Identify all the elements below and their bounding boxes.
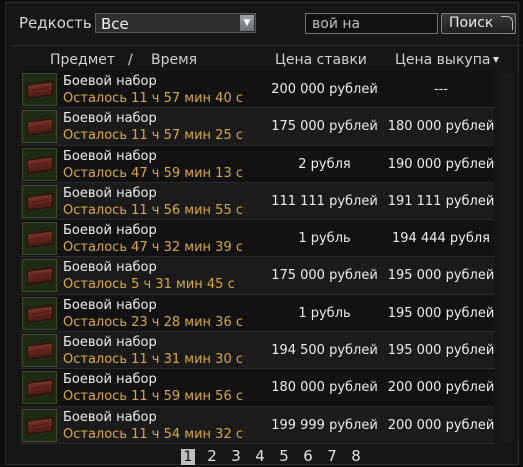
- column-header-bid[interactable]: Цена ставки: [275, 52, 367, 68]
- table-row[interactable]: Боевой набор Осталось 11 ч 59 мин 56 с 180…: [20, 369, 495, 407]
- buyout-price: 200 000 рублей: [387, 380, 495, 396]
- search-input[interactable]: [305, 13, 438, 34]
- table-row[interactable]: Боевой набор Осталось 47 ч 32 мин 39 с 1 р…: [20, 220, 494, 258]
- item-name: Боевой набор: [63, 372, 157, 388]
- crate-icon: [22, 259, 57, 293]
- page-3-link[interactable]: 3: [224, 447, 248, 465]
- page-1-link[interactable]: 1: [176, 447, 200, 465]
- column-header-separator: /: [128, 52, 133, 68]
- time-left: Осталось 11 ч 57 мин 25 с: [63, 128, 243, 144]
- time-left: Осталось 11 ч 56 мин 55 с: [63, 202, 243, 218]
- table-row[interactable]: Боевой набор Осталось 47 ч 59 мин 13 с 2 р…: [20, 145, 495, 183]
- table-row[interactable]: Боевой набор Осталось 11 ч 54 мин 32 с 199…: [20, 406, 495, 444]
- page-4-link[interactable]: 4: [248, 447, 272, 465]
- page-7-link[interactable]: 7: [320, 447, 344, 465]
- time-left: Осталось 5 ч 31 мин 45 с: [63, 277, 235, 293]
- auction-panel: Редкость Все ▼ Поиск Предмет / Время Цен…: [5, 2, 521, 465]
- item-name: Боевой набор: [63, 335, 157, 351]
- page-6-link[interactable]: 6: [296, 447, 320, 465]
- search-button-label: Поиск: [449, 15, 494, 31]
- button-corner-decoration: [501, 16, 513, 30]
- crate-icon: [22, 408, 57, 442]
- header-divider: [13, 45, 521, 46]
- buyout-price: 195 000 рублей: [387, 305, 495, 321]
- bid-price: 1 рубль: [298, 231, 351, 247]
- buyout-price: ---: [433, 82, 449, 97]
- time-left: Осталось 47 ч 59 мин 13 с: [63, 165, 243, 181]
- crate-icon: [22, 73, 57, 106]
- bid-price: 1 рубль: [298, 305, 351, 321]
- table-row[interactable]: Боевой набор Осталось 23 ч 28 мин 36 с 1 р…: [20, 294, 495, 333]
- crate-icon: [22, 371, 57, 405]
- table-row[interactable]: Боевой набор Осталось 5 ч 31 мин 45 с 175 …: [20, 257, 495, 295]
- rarity-select[interactable]: Все ▼: [95, 13, 256, 33]
- bid-price: 175 000 рублей: [271, 268, 378, 284]
- buyout-price: 190 000 рублей: [387, 156, 495, 172]
- crate-icon: [22, 147, 57, 181]
- column-header-time[interactable]: Время: [151, 52, 197, 68]
- bid-price: 111 111 рублей: [271, 193, 378, 209]
- column-header-buyout[interactable]: Цена выкупа: [395, 52, 490, 68]
- page-2-link[interactable]: 2: [200, 447, 224, 465]
- item-name: Боевой набор: [63, 409, 157, 425]
- bid-price: 175 000 рублей: [271, 119, 378, 135]
- crate-icon: [22, 184, 57, 218]
- item-name: Боевой набор: [63, 223, 157, 239]
- rarity-filter-label: Редкость: [19, 14, 92, 32]
- crate-icon: [22, 296, 57, 330]
- column-header-item[interactable]: Предмет: [50, 52, 115, 68]
- bid-price: 180 000 рублей: [271, 380, 378, 396]
- time-left: Осталось 11 ч 54 мин 32 с: [63, 426, 243, 442]
- item-name: Боевой набор: [63, 148, 157, 164]
- item-name: Боевой набор: [63, 185, 157, 201]
- bid-price: 200 000 рублей: [271, 82, 378, 97]
- chevron-down-icon[interactable]: ▼: [240, 15, 254, 31]
- page-number: 6: [303, 447, 313, 465]
- crate-icon: [22, 334, 57, 368]
- item-name: Боевой набор: [63, 111, 157, 127]
- buyout-price: 180 000 рублей: [387, 119, 495, 135]
- time-left: Осталось 11 ч 57 мин 40 с: [63, 91, 243, 106]
- time-left: Осталось 11 ч 31 мин 30 с: [63, 352, 243, 368]
- page-number: 3: [231, 447, 241, 465]
- crate-icon: [22, 110, 57, 144]
- bid-price: 2 рубля: [298, 156, 351, 172]
- page-number: 4: [255, 447, 265, 465]
- page-number: 7: [327, 447, 337, 465]
- time-left: Осталось 47 ч 32 мин 39 с: [63, 240, 243, 256]
- item-name: Боевой набор: [63, 297, 157, 313]
- lot-list: Боевой набор Осталось 11 ч 57 мин 40 с 200…: [20, 71, 494, 444]
- table-row[interactable]: Боевой набор Осталось 11 ч 56 мин 55 с 111…: [20, 182, 495, 221]
- table-row[interactable]: Боевой набор Осталось 11 ч 31 мин 30 с 194…: [20, 332, 495, 370]
- pagination: 12345678: [176, 447, 368, 465]
- buyout-price: 195 000 рублей: [387, 343, 495, 359]
- item-name: Боевой набор: [63, 74, 157, 89]
- page-5-link[interactable]: 5: [272, 447, 296, 465]
- item-name: Боевой набор: [63, 260, 157, 276]
- time-left: Осталось 11 ч 59 мин 56 с: [63, 389, 243, 405]
- table-row[interactable]: Боевой набор Осталось 11 ч 57 мин 25 с 175…: [20, 108, 495, 146]
- page-number: 1: [180, 449, 196, 465]
- time-left: Осталось 23 ч 28 мин 36 с: [63, 314, 243, 330]
- page-number: 2: [207, 447, 217, 465]
- bid-price: 199 999 рублей: [271, 417, 378, 433]
- page-number: 8: [351, 447, 361, 465]
- scrollbar[interactable]: [502, 73, 514, 441]
- crate-icon: [22, 222, 57, 256]
- buyout-price: 200 000 рублей: [387, 417, 495, 433]
- page-number: 5: [279, 447, 289, 465]
- bid-price: 194 500 рублей: [271, 343, 378, 359]
- search-button[interactable]: Поиск: [441, 13, 516, 34]
- page-8-link[interactable]: 8: [344, 447, 368, 465]
- buyout-price: 194 444 рубля: [392, 231, 490, 247]
- table-row[interactable]: Боевой набор Осталось 11 ч 57 мин 40 с 200…: [20, 71, 494, 109]
- sort-desc-icon[interactable]: [493, 57, 499, 63]
- buyout-price: 191 111 рублей: [387, 193, 495, 209]
- buyout-price: 195 000 рублей: [387, 268, 495, 284]
- rarity-select-value: Все: [101, 15, 129, 33]
